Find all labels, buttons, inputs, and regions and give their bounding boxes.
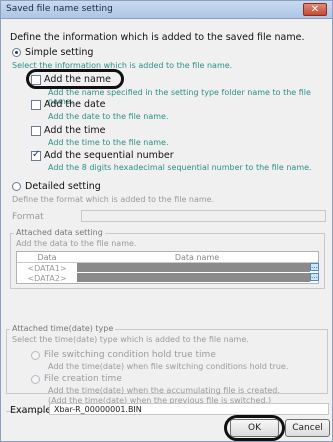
add-date-desc: Add the date to the file name.	[48, 112, 169, 121]
row2-browse-button[interactable]: …	[310, 273, 319, 281]
row1-name-cell	[77, 263, 310, 272]
row2-name-cell	[77, 273, 310, 282]
title-bar: Saved file name setting ✕	[1, 1, 332, 19]
row2-data: <DATA2>	[27, 274, 67, 283]
add-time-label[interactable]: Add the time	[44, 125, 106, 136]
switching-time-desc: Add the time(date) when file switching c…	[48, 362, 289, 371]
creation-time-radio[interactable]	[31, 375, 40, 384]
cancel-button[interactable]: Cancel	[285, 419, 330, 437]
ok-button[interactable]: OK	[230, 419, 279, 437]
format-input[interactable]	[81, 210, 326, 222]
time-type-title: Attached time(date) type	[10, 324, 116, 333]
row1-data: <DATA1>	[27, 264, 67, 273]
attached-data-title: Attached data setting	[14, 228, 105, 237]
add-time-checkbox[interactable]	[31, 126, 41, 136]
close-button[interactable]: ✕	[303, 3, 327, 16]
attached-data-desc: Add the data to the file name.	[16, 239, 137, 248]
add-sequential-checkbox[interactable]	[31, 149, 41, 161]
creation-time-label[interactable]: File creation time	[44, 374, 122, 384]
creation-time-desc: Add the time(date) when the accumulating…	[48, 386, 280, 395]
detailed-setting-radio[interactable]	[12, 182, 21, 191]
add-time-desc: Add the time to the file name.	[48, 138, 169, 147]
switching-time-label[interactable]: File switching condition hold true time	[44, 350, 216, 360]
saved-file-name-dialog: Saved file name setting ✕ Define the inf…	[0, 0, 333, 442]
example-label: Example	[10, 405, 52, 416]
simple-setting-radio[interactable]	[12, 48, 21, 57]
format-label: Format	[12, 212, 44, 222]
window-title: Saved file name setting	[6, 4, 113, 14]
add-sequential-desc: Add the 8 digits hexadecimal sequential …	[48, 163, 312, 172]
add-date-checkbox[interactable]	[31, 100, 41, 110]
add-date-label[interactable]: Add the date	[44, 99, 105, 110]
time-type-desc: Select the time(date) type which is adde…	[12, 335, 249, 344]
example-box: Xbar-R_00000001.BIN	[49, 403, 329, 415]
switching-time-radio[interactable]	[31, 351, 40, 360]
close-icon: ✕	[310, 4, 320, 15]
example-value: Xbar-R_00000001.BIN	[54, 405, 142, 414]
intro-text: Define the information which is added to…	[10, 32, 305, 43]
attached-data-table: Data Data name <DATA1> … <DATA2> …	[16, 251, 319, 284]
detailed-setting-label[interactable]: Detailed setting	[25, 181, 101, 192]
header-data: Data	[37, 253, 57, 262]
row1-browse-button[interactable]: …	[310, 263, 319, 271]
add-sequential-label[interactable]: Add the sequential number	[44, 150, 174, 161]
simple-setting-label[interactable]: Simple setting	[25, 47, 93, 58]
highlight-oval	[26, 69, 124, 89]
header-data-name: Data name	[174, 253, 220, 262]
detailed-setting-desc: Define the format which is added to the …	[12, 195, 215, 204]
